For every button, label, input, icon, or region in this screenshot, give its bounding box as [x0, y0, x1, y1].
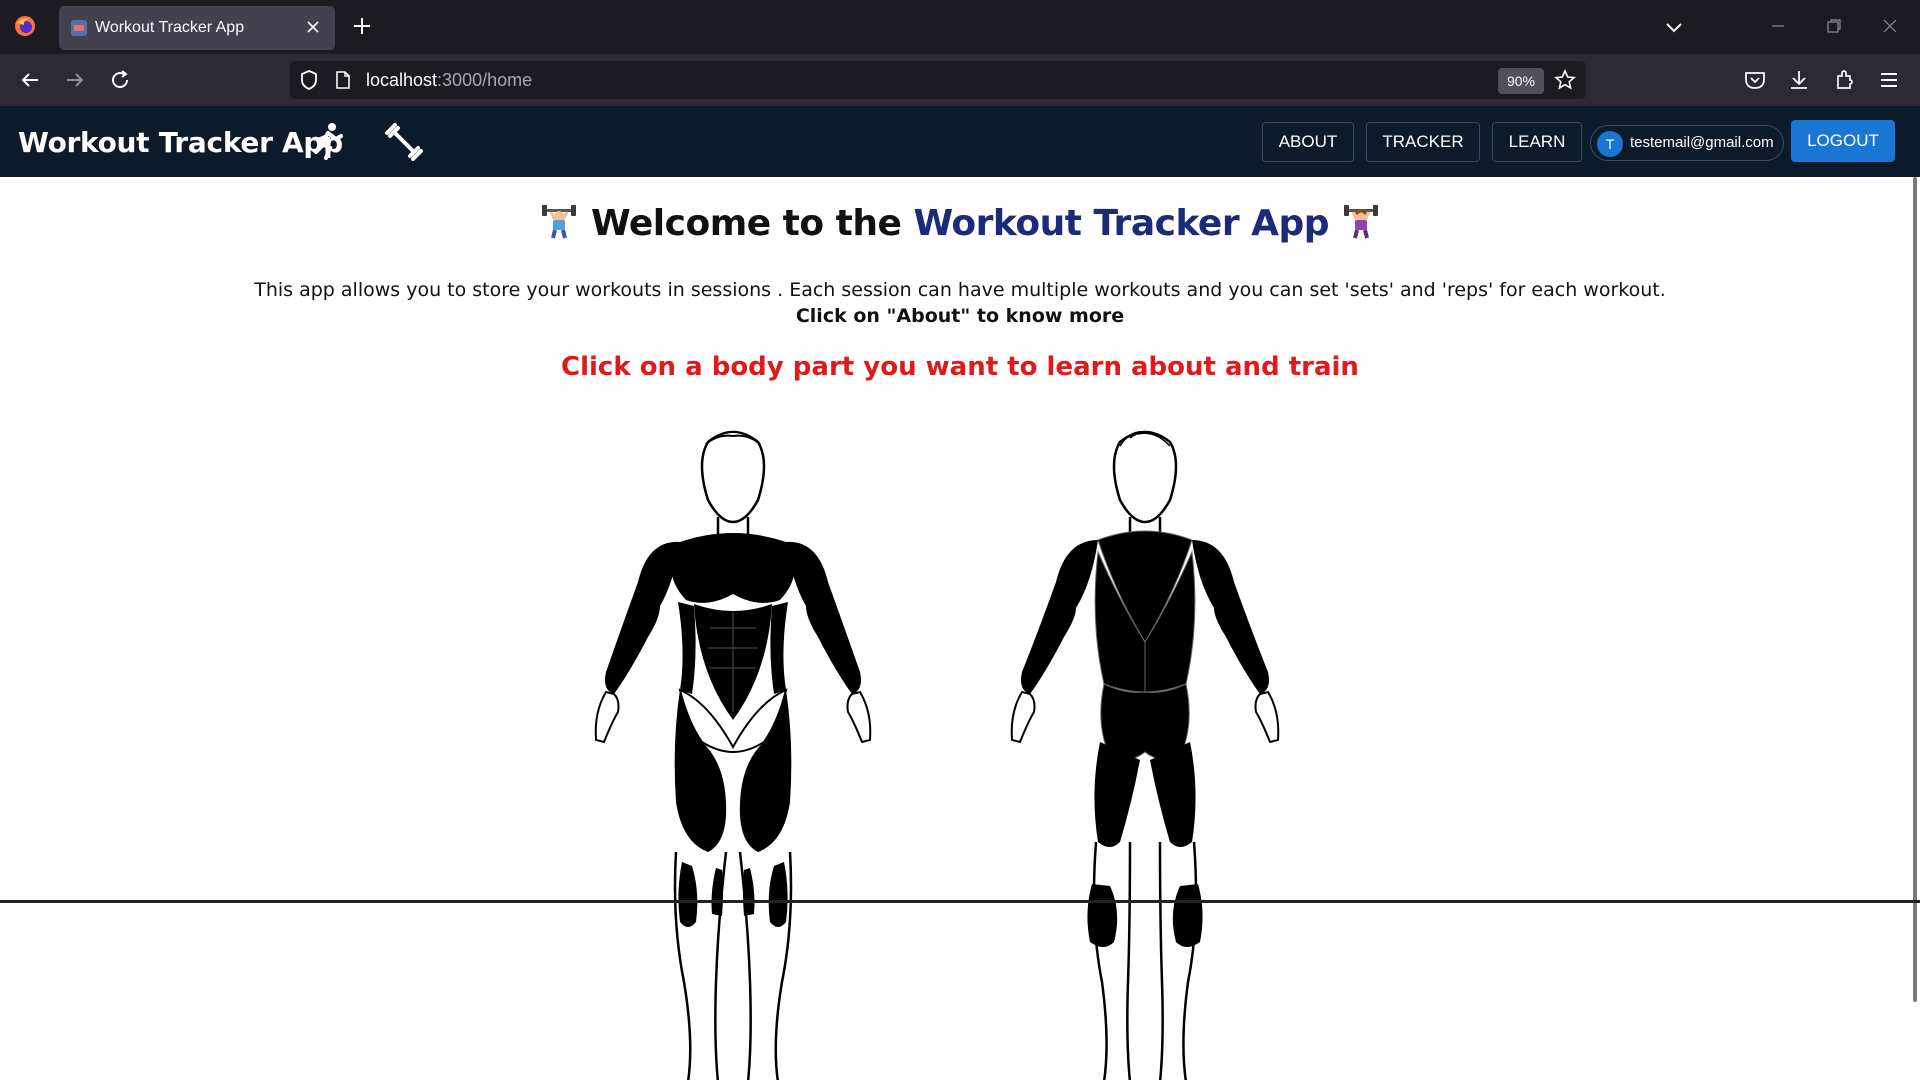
user-email: testemail@gmail.com [1630, 134, 1774, 151]
back-arrow-icon[interactable] [18, 68, 42, 92]
dumbbell-icon [385, 123, 423, 161]
new-tab-icon[interactable] [350, 14, 374, 38]
front-body-figure[interactable] [568, 422, 898, 1080]
back-hamstrings[interactable] [1094, 742, 1196, 847]
window-minimize-icon[interactable] [1768, 16, 1788, 36]
back-head[interactable] [1112, 430, 1178, 524]
front-abs[interactable] [694, 604, 772, 720]
back-glutes[interactable] [1100, 683, 1190, 760]
url-text[interactable]: localhost:3000/home [366, 70, 532, 91]
url-path: :3000/home [437, 70, 533, 90]
front-chest[interactable] [671, 533, 795, 603]
back-calves[interactable] [1087, 884, 1203, 947]
browser-navbar: localhost:3000/home 90% [0, 54, 1920, 106]
body-part-prompt: Click on a body part you want to learn a… [561, 352, 1359, 382]
app-navbar: Workout Tracker App ABOUT TRACKER LEARN … [0, 106, 1920, 177]
zoom-level-badge[interactable]: 90% [1498, 68, 1544, 94]
page-info-icon[interactable] [334, 70, 352, 90]
page-scrollbar[interactable] [1913, 177, 1917, 1002]
url-host: localhost [366, 70, 438, 90]
bookmark-star-icon[interactable] [1554, 69, 1576, 91]
about-hint-text: Click on "About" to know more [795, 305, 1125, 327]
downloads-icon[interactable] [1786, 67, 1812, 93]
extensions-icon[interactable] [1832, 67, 1858, 93]
tab-list-chevron-icon[interactable] [1662, 15, 1686, 39]
menu-hamburger-icon[interactable] [1876, 67, 1902, 93]
browser-tabstrip: Workout Tracker App [0, 0, 1920, 54]
runner-icon [314, 123, 343, 160]
nav-tracker-button[interactable]: TRACKER [1366, 122, 1480, 162]
tracking-shield-icon[interactable] [298, 69, 320, 91]
front-head[interactable] [700, 430, 766, 524]
nav-about-button[interactable]: ABOUT [1262, 122, 1354, 162]
pocket-icon[interactable] [1742, 67, 1768, 93]
intro-text: This app allows you to store your workou… [254, 279, 1666, 301]
back-body-figure[interactable] [980, 422, 1310, 1080]
window-bottom-edge [0, 900, 1920, 903]
welcome-app-name: Workout Tracker App [913, 203, 1330, 244]
tab-close-icon[interactable] [303, 17, 323, 37]
weightlifter-woman-emoji-icon [1344, 205, 1379, 239]
user-avatar: T [1597, 131, 1623, 157]
browser-tab-active[interactable]: Workout Tracker App [59, 6, 335, 50]
main-content: Welcome to the Workout Tracker App This … [0, 177, 1920, 1080]
window-close-icon[interactable] [1880, 16, 1900, 36]
front-calves[interactable] [678, 862, 788, 927]
user-chip[interactable]: T testemail@gmail.com [1590, 125, 1784, 161]
nav-learn-button[interactable]: LEARN [1492, 122, 1582, 162]
welcome-prefix: Welcome to the [590, 203, 902, 244]
weightlifter-emoji-icon [541, 205, 576, 239]
window-restore-icon[interactable] [1824, 16, 1844, 36]
forward-arrow-icon[interactable] [63, 68, 87, 92]
firefox-icon[interactable] [14, 15, 36, 37]
address-bar[interactable]: localhost:3000/home 90% [290, 61, 1586, 99]
tab-title: Workout Tracker App [95, 19, 245, 36]
tab-favicon-icon [71, 20, 87, 36]
brand-title[interactable]: Workout Tracker App [18, 126, 343, 159]
reload-icon[interactable] [108, 68, 132, 92]
welcome-heading: Welcome to the Workout Tracker App [0, 203, 1920, 244]
logout-button[interactable]: LOGOUT [1791, 120, 1895, 162]
